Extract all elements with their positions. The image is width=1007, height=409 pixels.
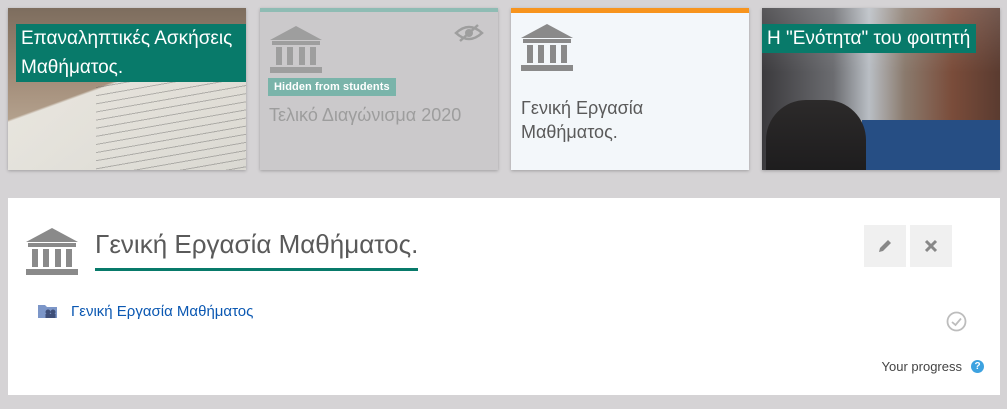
help-icon[interactable]: ? — [971, 360, 984, 373]
activity-link[interactable]: Γενική Εργασία Μαθήματος — [71, 303, 253, 320]
tile-title: Τελικό Διαγώνισμα 2020 — [269, 105, 462, 125]
edit-button[interactable] — [864, 225, 906, 267]
activity-item[interactable]: Γενική Εργασία Μαθήματος — [37, 302, 253, 320]
section-panel: Γενική Εργασία Μαθήματος. Γενική Εργασία… — [8, 198, 1000, 395]
museum-icon — [26, 228, 78, 275]
section-title: Γενική Εργασία Μαθήματος. — [95, 229, 419, 271]
close-icon — [924, 239, 938, 253]
tile-label: Η "Ενότητα" του φοιτητή — [762, 24, 977, 53]
progress-info: Your progress ? — [882, 359, 984, 374]
tile-title: Γενική Εργασία Μαθήματος. — [521, 98, 644, 142]
eye-slash-icon[interactable] — [454, 23, 484, 43]
close-button[interactable] — [910, 225, 952, 267]
tile-label: Επαναληπτικές Ασκήσεις Μαθήματος. — [16, 24, 246, 82]
pencil-icon — [879, 240, 891, 252]
progress-label: Your progress — [881, 359, 962, 374]
tile-student-section[interactable]: Η "Ενότητα" του φοιτητή — [762, 8, 1000, 170]
tile-final-exam[interactable]: Hidden from students Τελικό Διαγώνισμα 2… — [260, 8, 498, 170]
hidden-badge: Hidden from students — [268, 78, 396, 96]
tile-revision-exercises[interactable]: Επαναληπτικές Ασκήσεις Μαθήματος. — [8, 8, 246, 170]
museum-icon — [270, 26, 322, 73]
completion-check-icon[interactable] — [946, 311, 967, 332]
museum-icon — [521, 24, 573, 71]
folder-users-icon — [38, 305, 57, 318]
tile-general-assignment[interactable]: Γενική Εργασία Μαθήματος. — [511, 8, 749, 170]
active-indicator — [511, 8, 749, 13]
